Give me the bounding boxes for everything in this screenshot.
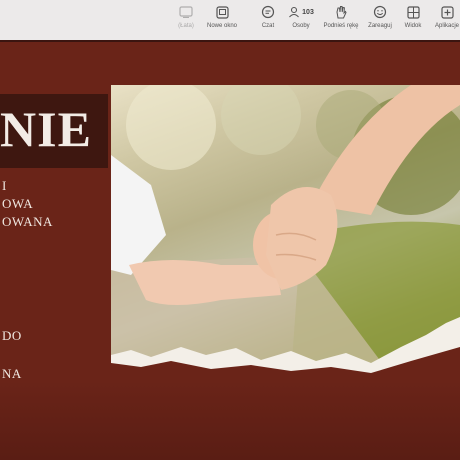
raise-hand-icon [333,4,349,20]
slide-line-2: OWA [2,196,34,211]
apps-label: Aplikacje [434,23,459,29]
chat-icon [260,4,276,20]
people-icon: 103 [286,4,316,20]
slide-line-3: OWANA [2,214,53,229]
slide-title: NIE [0,101,92,157]
view-label: Widok [404,23,422,29]
slide-line-1: I [2,178,7,193]
grid-view-icon [405,4,421,20]
raise-hand-label: Podnieś rękę [323,23,359,29]
chat-label: Czat [261,23,275,29]
camera-icon [178,4,194,20]
photo-illustration [111,85,460,375]
people-count: 103 [302,8,314,16]
new-window-button[interactable]: Nowe okno [199,4,245,36]
new-window-label: Nowe okno [206,23,238,29]
meeting-toolbar: (Łata) Nowe okno Czat 103 Osoby Podnieś … [0,0,460,41]
holding-hands-photo [111,85,460,375]
react-label: Zareaguj [368,23,392,29]
new-window-icon [214,4,230,20]
slide-line-4: DO [2,328,22,343]
smiley-icon [372,4,388,20]
camera-label: (Łata) [178,23,194,29]
people-label: Osoby [292,23,310,29]
plus-icon [439,4,455,20]
apps-button[interactable]: Aplikacje [424,4,460,36]
slide-bottom-area [0,380,460,460]
